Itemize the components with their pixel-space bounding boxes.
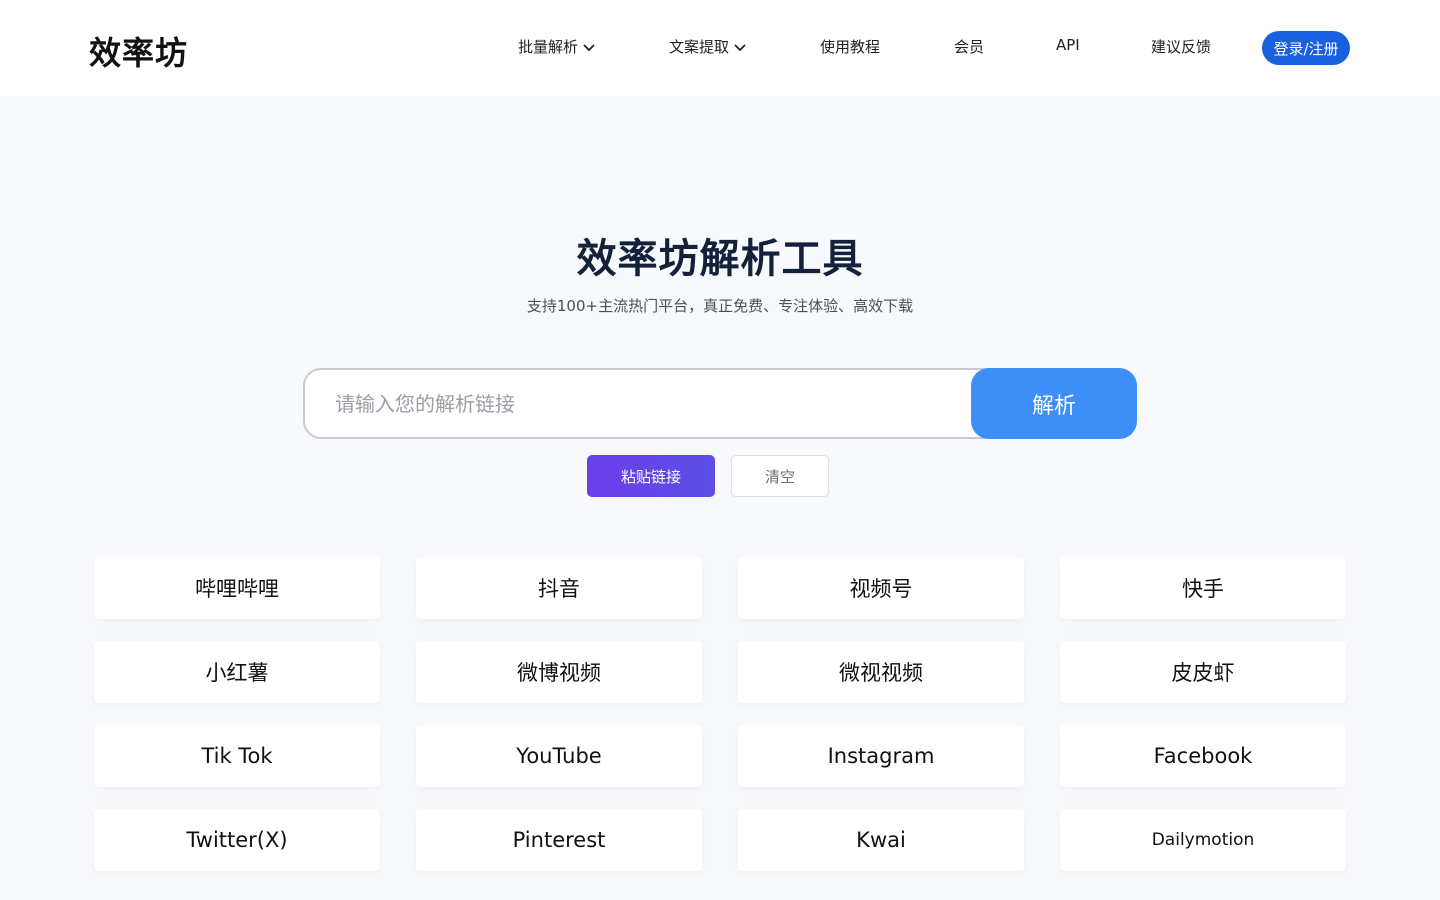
top-header: 效率坊 批量解析 文案提取 使用教程 会员 API 建议反馈 登录/注册 (0, 0, 1440, 96)
nav-feedback-label: 建议反馈 (1151, 38, 1212, 56)
platform-card[interactable]: 视频号 (738, 557, 1024, 619)
platform-card[interactable]: 哔哩哔哩 (94, 557, 380, 619)
platform-card[interactable]: Twitter(X) (94, 809, 380, 871)
link-input[interactable] (305, 370, 971, 437)
platform-card[interactable]: Tik Tok (94, 725, 380, 787)
platform-card[interactable]: Instagram (738, 725, 1024, 787)
nav-copy-extract[interactable]: 文案提取 (669, 36, 747, 57)
nav-api[interactable]: API (1056, 36, 1080, 54)
page-title: 效率坊解析工具 (576, 236, 864, 282)
platform-card[interactable]: Dailymotion (1060, 809, 1346, 871)
parse-button[interactable]: 解析 (971, 368, 1137, 439)
nav-batch-parse-label: 批量解析 (518, 38, 579, 56)
login-register-button[interactable]: 登录/注册 (1262, 31, 1350, 65)
platform-card[interactable]: Kwai (738, 809, 1024, 871)
platform-card[interactable]: YouTube (416, 725, 702, 787)
nav-membership[interactable]: 会员 (954, 36, 984, 57)
nav-batch-parse[interactable]: 批量解析 (518, 36, 596, 57)
chevron-down-icon (583, 43, 595, 51)
platform-card[interactable]: Pinterest (416, 809, 702, 871)
nav-feedback[interactable]: 建议反馈 (1151, 36, 1211, 57)
paste-link-button[interactable]: 粘贴链接 (587, 455, 715, 497)
page-subtitle: 支持100+主流热门平台，真正免费、专注体验、高效下载 (526, 297, 914, 315)
platform-card[interactable]: 小红薯 (94, 641, 380, 703)
platform-card[interactable]: 微视视频 (738, 641, 1024, 703)
nav-tutorial[interactable]: 使用教程 (820, 36, 880, 57)
platform-card[interactable]: 快手 (1060, 557, 1346, 619)
platform-card[interactable]: 微博视频 (416, 641, 702, 703)
clear-button[interactable]: 清空 (731, 455, 829, 497)
platform-card[interactable]: 抖音 (416, 557, 702, 619)
nav-api-label: API (1056, 36, 1080, 54)
site-logo[interactable]: 效率坊 (89, 28, 188, 74)
nav-membership-label: 会员 (954, 38, 985, 56)
nav-tutorial-label: 使用教程 (820, 38, 881, 56)
nav-copy-extract-label: 文案提取 (669, 38, 730, 56)
platform-grid: 哔哩哔哩 抖音 视频号 快手 小红薯 微博视频 微视视频 皮皮虾 Tik Tok… (94, 557, 1346, 871)
platform-card[interactable]: Facebook (1060, 725, 1346, 787)
chevron-down-icon (734, 43, 746, 51)
platform-card[interactable]: 皮皮虾 (1060, 641, 1346, 703)
